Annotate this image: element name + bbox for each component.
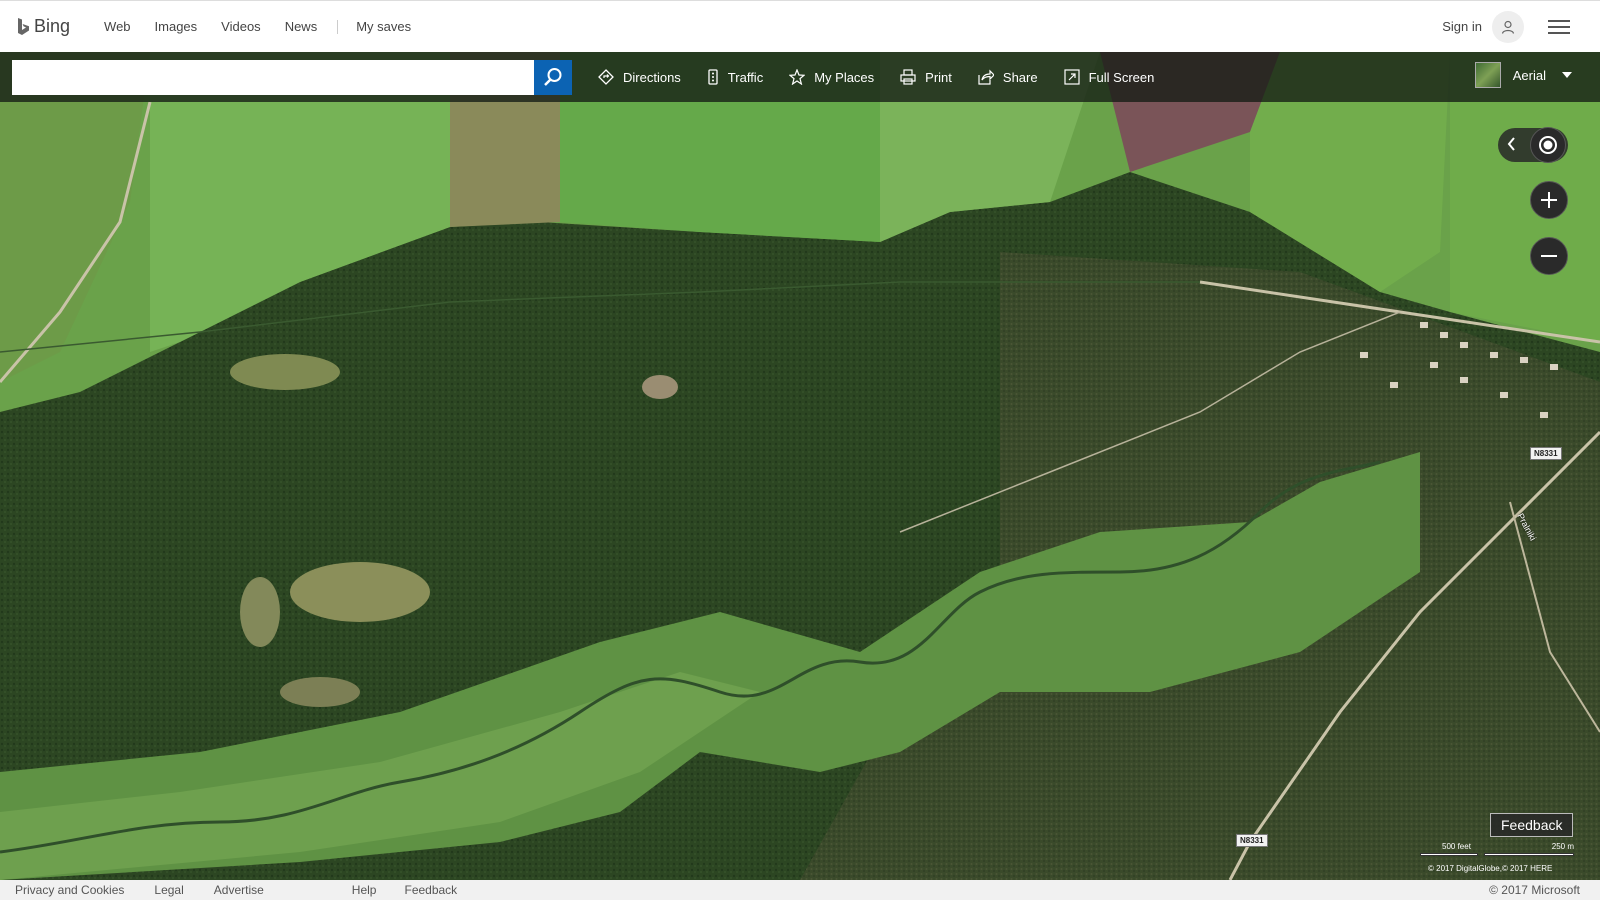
map-feedback-button[interactable]: Feedback	[1490, 813, 1574, 837]
scale-feet: 500 feet	[1442, 842, 1471, 851]
footer: Privacy and Cookies Legal Advertise Help…	[0, 880, 1600, 900]
search-input[interactable]	[12, 59, 534, 95]
collapse-button[interactable]	[1506, 136, 1518, 157]
footer-legal-link[interactable]: Legal	[154, 883, 183, 897]
user-icon	[1501, 20, 1515, 34]
search-icon	[544, 68, 562, 86]
zoom-in-button[interactable]	[1530, 181, 1568, 219]
print-button[interactable]: Print	[900, 69, 952, 85]
aerial-map[interactable]: N8331 N8331 Pralniki	[0, 52, 1600, 880]
footer-copyright: © 2017 Microsoft	[1489, 883, 1580, 897]
directions-button[interactable]: Directions	[598, 69, 681, 85]
top-nav: Web Images Videos News My saves	[92, 19, 423, 34]
print-icon	[900, 69, 916, 85]
my-places-button[interactable]: My Places	[789, 69, 874, 85]
bing-b-icon	[18, 17, 29, 35]
map-style-selector[interactable]: Aerial	[1474, 62, 1572, 88]
nav-my-saves[interactable]: My saves	[344, 19, 423, 34]
traffic-label: Traffic	[727, 69, 764, 85]
menu-icon[interactable]	[1548, 16, 1570, 38]
footer-advertise-link[interactable]: Advertise	[214, 883, 264, 897]
chevron-left-icon	[1507, 137, 1515, 151]
footer-feedback-link[interactable]: Feedback	[404, 883, 457, 897]
share-label: Share	[1002, 69, 1038, 85]
share-button[interactable]: Share	[978, 69, 1038, 85]
print-label: Print	[925, 69, 952, 85]
share-icon	[978, 69, 994, 85]
search-button[interactable]	[534, 59, 572, 95]
locate-icon	[1539, 136, 1557, 154]
footer-help-link[interactable]: Help	[352, 883, 377, 897]
header-right: Sign in	[1442, 10, 1600, 43]
full-screen-button[interactable]: Full Screen	[1064, 69, 1155, 85]
my-places-label: My Places	[814, 69, 875, 85]
footer-privacy-link[interactable]: Privacy and Cookies	[15, 883, 124, 897]
nav-videos[interactable]: Videos	[209, 19, 273, 34]
bing-logo[interactable]: Bing	[16, 16, 70, 37]
scale-bar-meters	[1484, 853, 1574, 856]
avatar[interactable]	[1492, 10, 1524, 43]
star-icon	[789, 69, 806, 85]
directions-icon	[598, 69, 614, 85]
map-toolbar: Directions Traffic My Places Print Share…	[0, 52, 1600, 102]
sign-in-link[interactable]: Sign in	[1442, 19, 1482, 34]
plus-icon	[1541, 192, 1557, 208]
imagery-credit: © 2017 DigitalGlobe,© 2017 HERE	[1428, 864, 1553, 873]
road-label-n8331-east: N8331	[1530, 447, 1562, 460]
scale-bar-feet	[1420, 853, 1478, 856]
scale-meters: 250 m	[1551, 842, 1574, 851]
full-screen-icon	[1064, 69, 1080, 85]
nav-web[interactable]: Web	[92, 19, 143, 34]
top-header: Bing Web Images Videos News My saves Sig…	[0, 0, 1600, 52]
minus-icon	[1541, 255, 1557, 257]
nav-images[interactable]: Images	[143, 19, 210, 34]
aerial-imagery	[0, 52, 1600, 880]
zoom-out-button[interactable]	[1530, 237, 1568, 275]
nav-divider	[337, 19, 339, 34]
locate-me-button[interactable]	[1530, 127, 1566, 163]
road-label-n8331-south: N8331	[1236, 834, 1268, 847]
chevron-down-icon	[1562, 72, 1572, 78]
bing-logo-text: Bing	[34, 16, 71, 36]
traffic-icon	[708, 69, 718, 85]
full-screen-label: Full Screen	[1088, 69, 1155, 85]
nav-news[interactable]: News	[273, 19, 330, 34]
aerial-thumbnail	[1474, 62, 1501, 88]
scale-bar: 500 feet 250 m	[1418, 842, 1578, 862]
directions-label: Directions	[623, 69, 681, 85]
traffic-button[interactable]: Traffic	[707, 69, 763, 85]
map-style-label: Aerial	[1512, 67, 1546, 83]
